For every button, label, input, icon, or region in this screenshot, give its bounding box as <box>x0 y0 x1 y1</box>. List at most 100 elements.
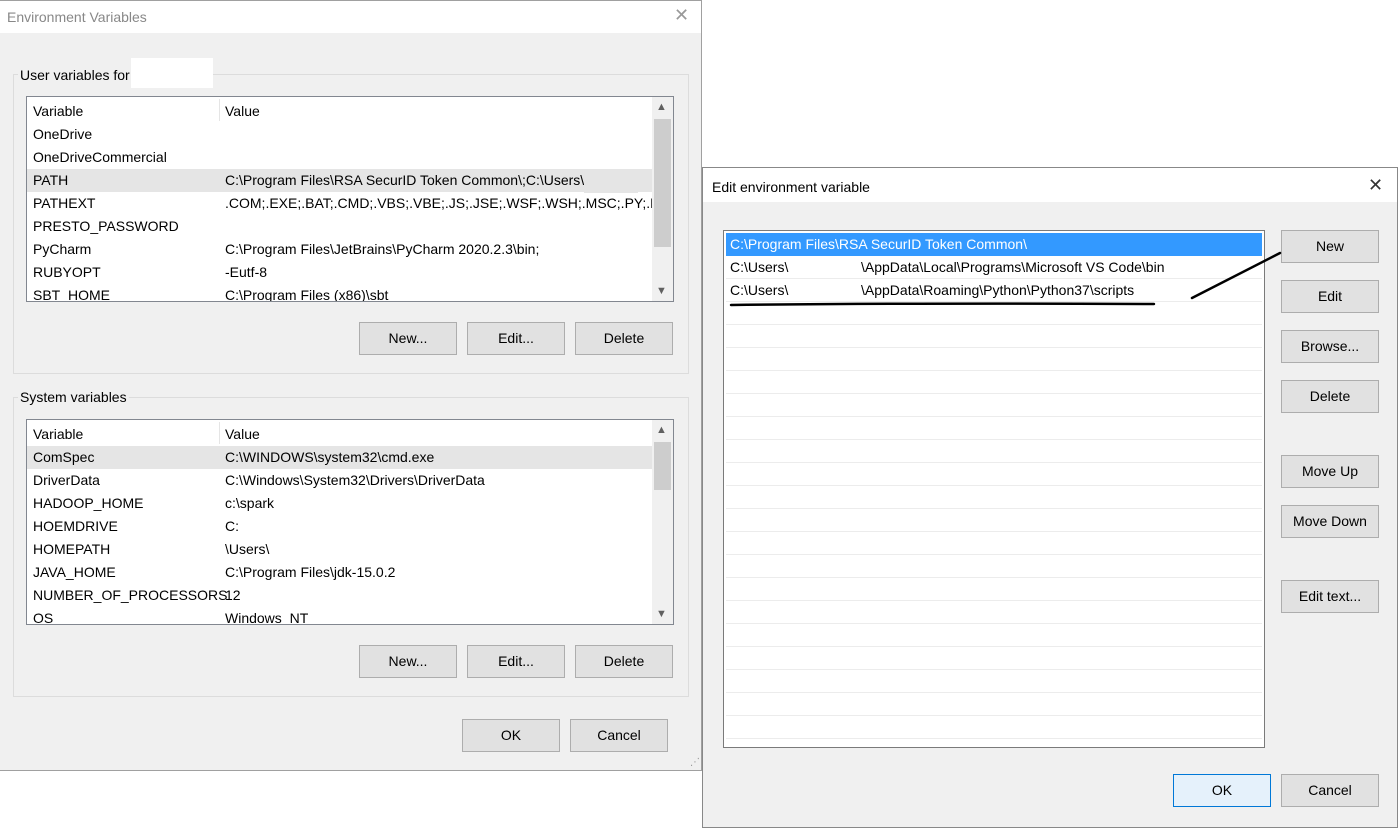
variable-value: 12 <box>225 587 241 603</box>
system-list-scrollbar[interactable]: ▲ ▼ <box>652 420 673 624</box>
variable-name: RUBYOPT <box>33 264 101 280</box>
table-row[interactable]: PRESTO_PASSWORD <box>27 215 652 238</box>
system-variables-label: System variables <box>18 389 129 405</box>
empty-row <box>726 532 1262 555</box>
empty-row <box>726 578 1262 601</box>
table-row[interactable]: RUBYOPT -Eutf-8 <box>27 261 652 284</box>
column-value[interactable]: Value <box>225 103 260 119</box>
variable-value: C:\WINDOWS\system32\cmd.exe <box>225 449 435 465</box>
scroll-down-icon[interactable]: ▼ <box>656 285 667 297</box>
dialog-title: Edit environment variable <box>712 179 870 195</box>
redacted-username <box>131 58 213 88</box>
empty-row <box>726 601 1262 624</box>
scroll-thumb[interactable] <box>654 119 671 247</box>
table-row[interactable]: JAVA_HOME C:\Program Files\jdk-15.0.2 <box>27 561 652 584</box>
variable-value: C:\Windows\System32\Drivers\DriverData <box>225 472 485 488</box>
cancel-button[interactable]: Cancel <box>570 719 668 752</box>
user-variables-label: User variables for <box>18 67 132 83</box>
empty-row <box>726 486 1262 509</box>
scroll-up-icon[interactable]: ▲ <box>656 101 667 113</box>
table-row[interactable]: PATH C:\Program Files\RSA SecurID Token C… <box>27 169 652 192</box>
edit-environment-variable-dialog: Edit environment variable ✕ C:\Program F… <box>702 167 1398 828</box>
table-row[interactable]: DriverData C:\Windows\System32\Drivers\Dr… <box>27 469 652 492</box>
dialog-title: Environment Variables <box>7 9 147 25</box>
scroll-up-icon[interactable]: ▲ <box>656 424 667 436</box>
cancel-button[interactable]: Cancel <box>1281 774 1379 807</box>
path-entries-list[interactable]: C:\Program Files\RSA SecurID Token Commo… <box>723 230 1265 748</box>
system-delete-button[interactable]: Delete <box>575 645 673 678</box>
column-value[interactable]: Value <box>225 426 260 442</box>
user-variables-list[interactable]: Variable Value OneDrive OneDriveCommercia… <box>26 96 674 302</box>
move-down-button[interactable]: Move Down <box>1281 505 1379 538</box>
ok-button[interactable]: OK <box>1173 774 1271 807</box>
edit-button[interactable]: Edit <box>1281 280 1379 313</box>
system-edit-button[interactable]: Edit... <box>467 645 565 678</box>
list-header: Variable Value <box>27 97 673 123</box>
empty-row <box>726 555 1262 578</box>
scroll-down-icon[interactable]: ▼ <box>656 608 667 620</box>
list-header: Variable Value <box>27 420 673 446</box>
variable-value: c:\spark <box>225 495 275 511</box>
title-bar: Environment Variables ✕ <box>0 1 701 33</box>
user-new-button[interactable]: New... <box>359 322 457 355</box>
empty-row <box>726 463 1262 486</box>
table-row[interactable]: HADOOP_HOME c:\spark <box>27 492 652 515</box>
empty-row <box>726 440 1262 463</box>
variable-name: PATH <box>33 172 69 188</box>
entry-path-suffix: \AppData\Roaming\Python\Python37\scripts <box>861 282 1135 298</box>
variable-value: -Eutf-8 <box>225 264 268 280</box>
table-row[interactable]: NUMBER_OF_PROCESSORS 12 <box>27 584 652 607</box>
list-item[interactable]: C:\Users\ \AppData\Local\Programs\Microso… <box>726 256 1262 279</box>
resize-grip-icon[interactable]: ⋰ <box>690 757 700 768</box>
column-variable[interactable]: Variable <box>33 426 83 442</box>
list-item[interactable]: C:\Program Files\RSA SecurID Token Commo… <box>726 233 1262 256</box>
empty-row <box>726 647 1262 670</box>
close-icon[interactable]: ✕ <box>674 5 689 26</box>
browse-button[interactable]: Browse... <box>1281 330 1379 363</box>
table-row[interactable]: PyCharm C:\Program Files\JetBrains\PyChar… <box>27 238 652 261</box>
entry-path-prefix: C:\Users\ <box>730 259 789 275</box>
variable-value: C:\Program Files\jdk-15.0.2 <box>225 564 396 580</box>
close-icon[interactable]: ✕ <box>1368 175 1383 196</box>
delete-button[interactable]: Delete <box>1281 380 1379 413</box>
user-delete-button[interactable]: Delete <box>575 322 673 355</box>
entry-path-suffix: \AppData\Local\Programs\Microsoft VS Cod… <box>861 259 1165 275</box>
list-item[interactable]: C:\Users\ \AppData\Roaming\Python\Python3… <box>726 279 1262 302</box>
table-row[interactable]: OneDriveCommercial <box>27 146 652 169</box>
edit-text-button[interactable]: Edit text... <box>1281 580 1379 613</box>
move-up-button[interactable]: Move Up <box>1281 455 1379 488</box>
user-list-scrollbar[interactable]: ▲ ▼ <box>652 97 673 301</box>
empty-row <box>726 670 1262 693</box>
variable-name: HOMEPATH <box>33 541 111 557</box>
variable-name: ComSpec <box>33 449 95 465</box>
table-row[interactable]: OS Windows_NT <box>27 607 652 625</box>
variable-value: C:\Program Files\RSA SecurID Token Commo… <box>225 172 585 188</box>
empty-row <box>726 325 1262 348</box>
variable-value: C:\Program Files (x86)\sbt <box>225 287 389 302</box>
system-new-button[interactable]: New... <box>359 645 457 678</box>
table-row[interactable]: SBT_HOME C:\Program Files (x86)\sbt <box>27 284 652 302</box>
ok-button[interactable]: OK <box>462 719 560 752</box>
column-variable[interactable]: Variable <box>33 103 83 119</box>
variable-value: .COM;.EXE;.BAT;.CMD;.VBS;.VBE;.JS;.JSE;.… <box>225 195 674 211</box>
table-row[interactable]: HOMEPATH \Users\ <box>27 538 652 561</box>
table-row[interactable]: ComSpec C:\WINDOWS\system32\cmd.exe <box>27 446 652 469</box>
scroll-thumb[interactable] <box>654 442 671 490</box>
table-row[interactable]: PATHEXT .COM;.EXE;.BAT;.CMD;.VBS;.VBE;.JS… <box>27 192 673 215</box>
empty-row <box>726 371 1262 394</box>
empty-row <box>726 624 1262 647</box>
table-row[interactable]: HOEMDRIVE C: <box>27 515 652 538</box>
title-bar: Edit environment variable ✕ <box>703 168 1397 202</box>
variable-name: NUMBER_OF_PROCESSORS <box>33 587 228 603</box>
variable-value: Windows_NT <box>225 610 309 625</box>
table-row[interactable]: OneDrive <box>27 123 652 146</box>
system-variables-list[interactable]: Variable Value ComSpec C:\WINDOWS\system3… <box>26 419 674 625</box>
environment-variables-dialog: Environment Variables ✕ User variables f… <box>0 0 702 771</box>
variable-name: DriverData <box>33 472 100 488</box>
empty-row <box>726 302 1262 325</box>
variable-name: HOEMDRIVE <box>33 518 118 534</box>
new-button[interactable]: New <box>1281 230 1379 263</box>
variable-name: OneDriveCommercial <box>33 149 167 165</box>
empty-row <box>726 394 1262 417</box>
user-edit-button[interactable]: Edit... <box>467 322 565 355</box>
